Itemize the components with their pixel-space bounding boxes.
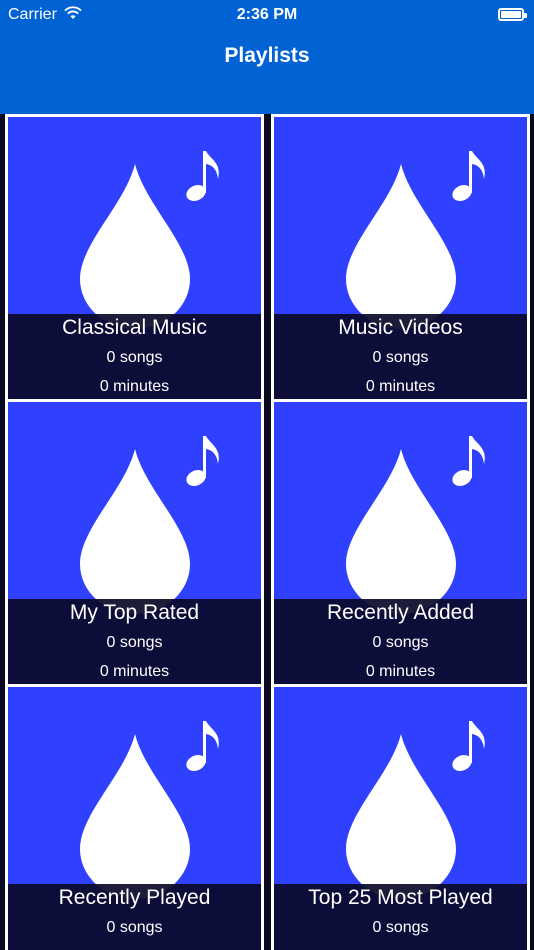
playlist-tile-music-videos[interactable]: Music Videos 0 songs 0 minutes bbox=[271, 114, 530, 402]
drop-artwork bbox=[80, 449, 190, 614]
playlist-caption: Music Videos 0 songs 0 minutes bbox=[274, 314, 527, 399]
playlist-song-count: 0 songs bbox=[372, 634, 429, 651]
drop-artwork bbox=[346, 164, 456, 329]
playlist-name: Classical Music bbox=[62, 316, 207, 339]
music-note-icon bbox=[452, 151, 485, 202]
playlist-name: Music Videos bbox=[338, 316, 463, 339]
playlist-caption: Top 25 Most Played 0 songs bbox=[274, 884, 527, 950]
drop-artwork bbox=[346, 734, 456, 899]
drop-artwork bbox=[346, 449, 456, 614]
drop-artwork bbox=[80, 734, 190, 899]
playlist-song-count: 0 songs bbox=[106, 919, 163, 936]
playlist-grid: Classical Music 0 songs 0 minutes Music … bbox=[0, 114, 534, 950]
app-screen: Carrier 2:36 PM Playlists Classical Musi bbox=[0, 0, 534, 950]
playlist-tile-recently-played[interactable]: Recently Played 0 songs bbox=[5, 684, 264, 950]
playlist-name: Top 25 Most Played bbox=[308, 886, 493, 909]
drop-artwork bbox=[80, 164, 190, 329]
playlist-name: My Top Rated bbox=[69, 601, 200, 624]
battery-icon bbox=[498, 8, 527, 21]
playlist-duration: 0 minutes bbox=[365, 378, 436, 395]
playlist-tile-my-top-rated[interactable]: My Top Rated 0 songs 0 minutes bbox=[5, 399, 264, 687]
playlist-song-count: 0 songs bbox=[106, 349, 163, 366]
playlist-caption: Recently Played 0 songs bbox=[8, 884, 261, 950]
music-note-icon bbox=[186, 721, 219, 772]
playlist-tile-top-25-most-played[interactable]: Top 25 Most Played 0 songs bbox=[271, 684, 530, 950]
playlist-song-count: 0 songs bbox=[372, 349, 429, 366]
playlist-tile-recently-added[interactable]: Recently Added 0 songs 0 minutes bbox=[271, 399, 530, 687]
playlist-caption: Recently Added 0 songs 0 minutes bbox=[274, 599, 527, 684]
playlist-duration: 0 minutes bbox=[365, 663, 436, 680]
playlist-song-count: 0 songs bbox=[372, 919, 429, 936]
page-title: Playlists bbox=[224, 44, 310, 67]
playlist-song-count: 0 songs bbox=[106, 634, 163, 651]
playlist-duration: 0 minutes bbox=[99, 378, 170, 395]
playlist-duration: 0 minutes bbox=[99, 663, 170, 680]
music-note-icon bbox=[186, 436, 219, 487]
playlist-caption: My Top Rated 0 songs 0 minutes bbox=[8, 599, 261, 684]
music-note-icon bbox=[452, 436, 485, 487]
status-time: 2:36 PM bbox=[236, 6, 298, 23]
music-note-icon bbox=[186, 151, 219, 202]
playlist-caption: Classical Music 0 songs 0 minutes bbox=[8, 314, 261, 399]
playlist-tile-classical-music[interactable]: Classical Music 0 songs 0 minutes bbox=[5, 114, 264, 402]
playlist-name: Recently Played bbox=[58, 886, 211, 909]
status-bar: Carrier 2:36 PM bbox=[0, 0, 534, 32]
playlist-name: Recently Added bbox=[326, 601, 475, 624]
navigation-bar: Carrier 2:36 PM Playlists bbox=[0, 0, 534, 114]
music-note-icon bbox=[452, 721, 485, 772]
